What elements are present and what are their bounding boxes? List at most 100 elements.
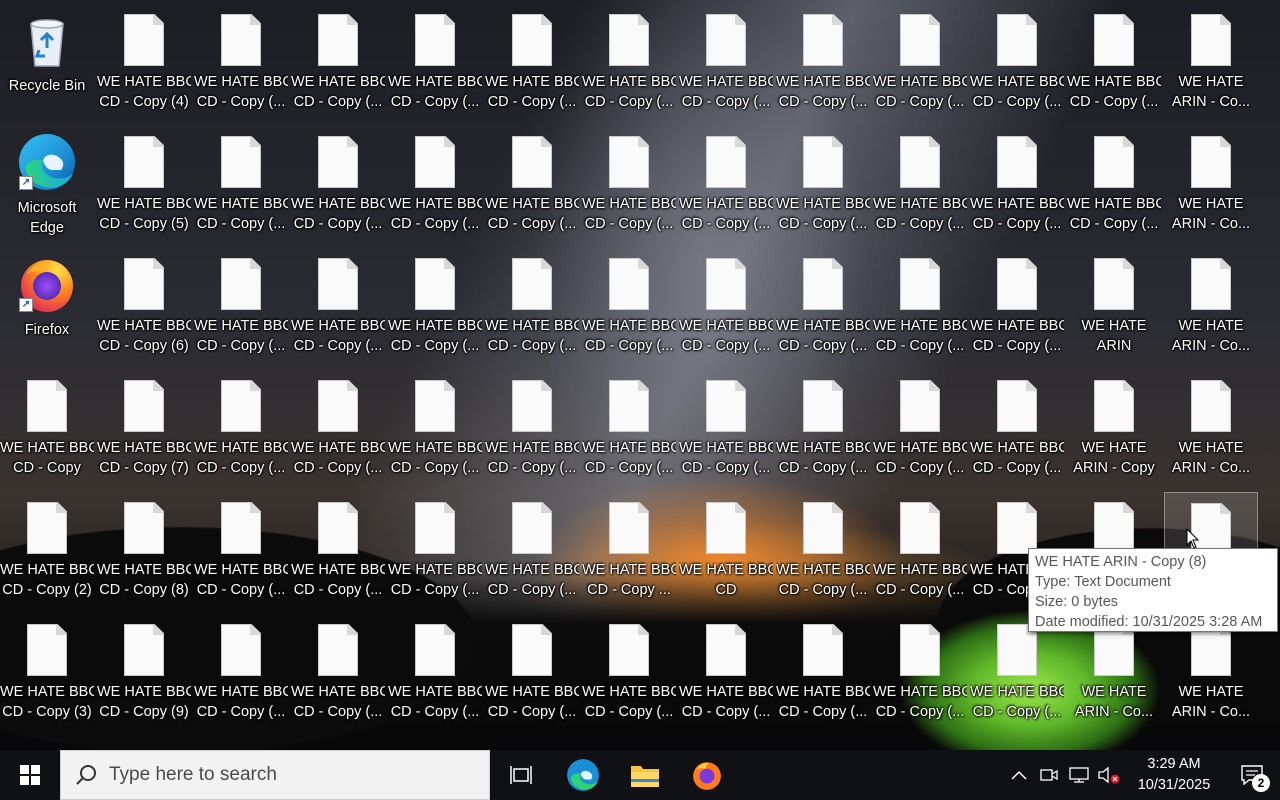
text-file-shortcut[interactable]: WE HATE BBC CD - Copy (... <box>388 614 482 732</box>
text-file-shortcut[interactable]: WE HATE BBC CD - Copy (... <box>873 4 967 122</box>
text-file-shortcut[interactable]: WE HATE BBC CD - Copy (6) <box>97 248 191 366</box>
show-hidden-icons-button[interactable] <box>1004 750 1034 800</box>
text-file-shortcut[interactable]: WE HATE BBC CD - Copy (... <box>679 248 773 366</box>
text-file-shortcut[interactable]: WE HATE BBC CD - Copy (... <box>582 614 676 732</box>
text-file-shortcut[interactable]: WE HATE BBC CD - Copy (3) <box>0 614 94 732</box>
text-file-shortcut[interactable]: WE HATE BBC CD - Copy (7) <box>97 370 191 488</box>
start-button[interactable] <box>0 750 60 800</box>
text-file-shortcut[interactable]: WE HATE BBC CD - Copy (4) <box>97 4 191 122</box>
text-file-shortcut[interactable]: WE HATE BBC CD - Copy (... <box>679 370 773 488</box>
text-file-shortcut[interactable]: WE HATE BBC CD - Copy (... <box>291 492 385 610</box>
text-file-shortcut[interactable]: WE HATE BBC CD - Copy (... <box>970 370 1064 488</box>
text-file-shortcut[interactable]: WE HATE BBC CD - Copy (... <box>388 126 482 244</box>
taskbar-firefox-button[interactable] <box>676 750 738 800</box>
text-file-shortcut[interactable]: WE HATE BBC CD - Copy (... <box>194 614 288 732</box>
text-file-shortcut[interactable]: WE HATE BBC CD - Copy (2) <box>0 492 94 610</box>
text-file-shortcut[interactable]: WE HATE BBC CD - Copy (... <box>776 4 870 122</box>
text-file-shortcut[interactable]: WE HATE BBC CD - Copy (... <box>291 4 385 122</box>
text-file-shortcut[interactable]: WE HATE BBC CD - Copy (... <box>194 370 288 488</box>
action-center-button[interactable]: 2 <box>1224 750 1280 800</box>
text-file-shortcut[interactable]: WE HATE BBC CD - Copy (... <box>679 126 773 244</box>
text-file-shortcut[interactable]: WE HATE BBC CD - Copy (... <box>776 370 870 488</box>
text-file-shortcut[interactable]: WE HATE BBC CD - Copy (... <box>485 4 579 122</box>
file-label: WE HATE BBC CD - Copy (... <box>970 684 1064 720</box>
text-file-shortcut[interactable]: WE HATE BBC CD - Copy (... <box>970 126 1064 244</box>
text-file-shortcut[interactable]: WE HATE BBC CD - Copy (... <box>485 248 579 366</box>
text-file-shortcut[interactable]: WE HATE BBC CD - Copy (... <box>582 126 676 244</box>
text-file-shortcut[interactable]: WE HATE BBC CD - Copy (... <box>1067 4 1161 122</box>
text-file-shortcut[interactable]: WE HATE BBC CD - Copy (... <box>194 248 288 366</box>
text-file-shortcut[interactable]: WE HATE BBC CD - Copy (... <box>388 248 482 366</box>
text-file-shortcut[interactable]: WE HATE BBC CD - Copy (... <box>291 370 385 488</box>
taskbar-search-box[interactable]: Type here to search <box>60 750 490 800</box>
taskbar-clock[interactable]: 3:29 AM 10/31/2025 <box>1124 754 1224 796</box>
text-file-shortcut[interactable]: WE HATE BBC CD - Copy (8) <box>97 492 191 610</box>
text-file-shortcut[interactable]: WE HATE BBC CD - Copy (... <box>485 614 579 732</box>
volume-button[interactable] <box>1094 750 1124 800</box>
text-file-shortcut[interactable]: WE HATE BBC CD - Copy (... <box>582 248 676 366</box>
text-file-shortcut[interactable]: WE HATE BBC CD - Copy (... <box>970 4 1064 122</box>
text-file-shortcut[interactable]: WE HATE BBC CD - Copy (... <box>970 248 1064 366</box>
text-file-shortcut[interactable]: WE HATE BBC CD - Copy (... <box>388 4 482 122</box>
text-file-shortcut[interactable]: WE HATE BBC CD - Copy <box>0 370 94 488</box>
text-file-shortcut[interactable]: WE HATE ARIN <box>1067 248 1161 366</box>
text-file-shortcut[interactable]: WE HATE BBC CD - Copy (... <box>679 4 773 122</box>
text-file-shortcut[interactable]: WE HATE BBC CD - Copy (... <box>873 370 967 488</box>
firefox-shortcut[interactable]: ↗ Firefox <box>0 248 94 366</box>
text-file-shortcut[interactable]: WE HATE BBC CD - Copy (... <box>485 492 579 610</box>
firefox-icon: ↗ <box>17 254 77 314</box>
text-file-shortcut[interactable]: WE HATE BBC CD - Copy (... <box>776 126 870 244</box>
text-file-shortcut[interactable]: WE HATEARIN - Co... <box>1164 248 1258 366</box>
text-document-icon <box>997 14 1037 66</box>
text-file-shortcut[interactable]: WE HATE BBC CD - Copy (... <box>873 614 967 732</box>
text-file-shortcut[interactable]: WE HATE BBC CD - Copy (9) <box>97 614 191 732</box>
text-file-shortcut[interactable]: WE HATE BBC CD - Copy (... <box>291 126 385 244</box>
text-file-shortcut[interactable]: WE HATE BBC CD - Copy (... <box>485 370 579 488</box>
text-file-shortcut[interactable]: WE HATE BBC CD - Copy (... <box>194 492 288 610</box>
text-file-shortcut[interactable]: WE HATE BBC CD - Copy (... <box>194 4 288 122</box>
text-file-shortcut[interactable]: WE HATE BBC CD - Copy (... <box>582 370 676 488</box>
file-label: WE HATE BBC CD - Copy (... <box>388 74 482 110</box>
text-file-shortcut[interactable]: WE HATE BBC CD - Copy (... <box>873 492 967 610</box>
text-file-shortcut[interactable]: WE HATE BBC CD - Copy (... <box>873 126 967 244</box>
text-file-shortcut[interactable]: WE HATE BBC CD - Copy (... <box>679 614 773 732</box>
network-button[interactable] <box>1064 750 1094 800</box>
file-tooltip: WE HATE ARIN - Copy (8) Type: Text Docum… <box>1028 548 1278 632</box>
text-file-shortcut[interactable]: WE HATE BBC CD - Copy (... <box>388 370 482 488</box>
text-file-shortcut[interactable]: WE HATEARIN - Copy <box>1067 370 1161 488</box>
text-file-shortcut[interactable]: WE HATE BBC CD - Copy (... <box>1067 126 1161 244</box>
desktop[interactable]: Recycle Bin ↗ Microsoft Edge ↗ Firefox W… <box>0 0 1280 750</box>
text-file-shortcut[interactable]: WE HATE BBC CD <box>679 492 773 610</box>
task-view-button[interactable] <box>490 750 552 800</box>
text-file-shortcut[interactable]: WE HATE BBC CD - Copy (... <box>194 126 288 244</box>
recycle-bin-shortcut[interactable]: Recycle Bin <box>0 4 94 122</box>
meet-now-button[interactable] <box>1034 750 1064 800</box>
text-file-shortcut[interactable]: WE HATE BBC CD - Copy (... <box>291 248 385 366</box>
file-label: WE HATE BBC CD - Copy (7) <box>97 440 191 476</box>
text-file-shortcut[interactable]: WE HATE BBC CD - Copy (... <box>776 492 870 610</box>
text-document-icon <box>512 624 552 676</box>
file-label: WE HATE BBC CD - Copy (... <box>970 318 1064 354</box>
edge-shortcut[interactable]: ↗ Microsoft Edge <box>0 126 94 244</box>
text-file-shortcut[interactable]: WE HATE BBC CD - Copy (... <box>776 248 870 366</box>
text-document-icon <box>27 502 67 554</box>
text-file-shortcut[interactable]: WE HATE BBC CD - Copy (... <box>776 614 870 732</box>
file-label: WE HATE BBC CD - Copy (... <box>291 562 385 598</box>
text-file-shortcut[interactable]: WE HATEARIN - Co... <box>1164 126 1258 244</box>
text-file-shortcut[interactable]: WE HATE BBC CD - Copy (... <box>485 126 579 244</box>
camera-icon <box>1040 769 1058 781</box>
text-file-shortcut[interactable]: WE HATEARIN - Co... <box>1164 4 1258 122</box>
text-file-shortcut[interactable]: WE HATE BBC CD - Copy (... <box>873 248 967 366</box>
text-document-icon <box>1094 258 1134 310</box>
taskbar-edge-button[interactable] <box>552 750 614 800</box>
text-file-shortcut[interactable]: WE HATE BBC CD - Copy (5) <box>97 126 191 244</box>
text-file-shortcut[interactable]: WE HATE BBC CD - Copy (... <box>582 4 676 122</box>
text-document-icon <box>1191 258 1231 310</box>
text-file-shortcut[interactable]: WE HATEARIN - Co... <box>1164 370 1258 488</box>
taskbar-file-explorer-button[interactable] <box>614 750 676 800</box>
text-document-icon <box>27 624 67 676</box>
text-file-shortcut[interactable]: WE HATE BBC CD - Copy (... <box>291 614 385 732</box>
text-file-shortcut[interactable]: WE HATE BBC CD - Copy (... <box>388 492 482 610</box>
tooltip-size: Size: 0 bytes <box>1035 594 1119 610</box>
text-file-shortcut[interactable]: WE HATE BBC CD - Copy ... <box>582 492 676 610</box>
